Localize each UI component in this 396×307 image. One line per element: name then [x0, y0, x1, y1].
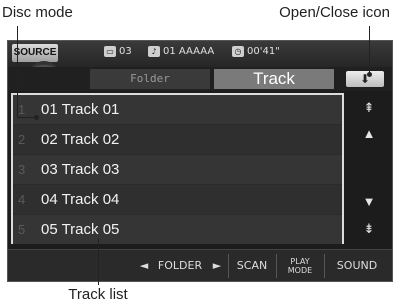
- scan-button[interactable]: SCAN: [232, 250, 272, 281]
- play-mode-line1: PLAY: [290, 257, 310, 266]
- folder-label: FOLDER: [157, 259, 203, 272]
- scroll-top-icon[interactable]: ⇞: [352, 95, 386, 121]
- play-mode-line2: MODE: [287, 266, 313, 275]
- track-list-leader-line: [98, 239, 99, 285]
- time-info: ◷ 00'41": [232, 46, 280, 57]
- clock-icon: ◷: [232, 46, 244, 57]
- elapsed-time: 00'41": [247, 46, 280, 57]
- track-row[interactable]: 4 04 Track 04: [13, 185, 342, 215]
- sound-button[interactable]: SOUND: [328, 250, 386, 281]
- track-index: 5: [18, 222, 26, 237]
- track-info: ♪ 01 AAAAA: [148, 46, 214, 57]
- track-index: 3: [18, 162, 26, 177]
- track-index: 4: [18, 192, 26, 207]
- track-row[interactable]: 5 05 Track 05: [13, 215, 342, 244]
- folder-prev-icon[interactable]: ◄: [134, 250, 154, 281]
- track-row[interactable]: 3 03 Track 03: [13, 155, 342, 185]
- tab-track[interactable]: Track: [214, 69, 334, 89]
- tab-row: Folder Track ⬇: [8, 67, 392, 91]
- scroll-up-icon[interactable]: ▲: [352, 121, 386, 147]
- divider: [324, 254, 325, 278]
- track-index: 2: [18, 132, 26, 147]
- callout-track-list: Track list: [68, 286, 128, 303]
- disc-mode-leader-dot: [34, 115, 39, 120]
- track-name: 05 Track 05: [41, 221, 120, 238]
- divider: [276, 254, 277, 278]
- bottom-bar: ◄ FOLDER ► SCAN PLAY MODE SOUND: [8, 249, 392, 281]
- folder-icon: ▭: [104, 46, 116, 57]
- audio-screen: SOURCE ▭ 03 ♪ 01 AAAAA ◷ 00'41" Folder T…: [7, 40, 393, 282]
- track-row[interactable]: 1 01 Track 01: [13, 95, 342, 125]
- folder-info: ▭ 03: [104, 46, 132, 57]
- tab-folder[interactable]: Folder: [90, 69, 210, 89]
- divider: [228, 254, 229, 278]
- track-name: 03 Track 03: [41, 161, 120, 178]
- disc-mode-leader-line: [17, 26, 18, 118]
- track-list: 1 01 Track 01 2 02 Track 02 3 03 Track 0…: [11, 93, 344, 244]
- callout-disc-mode: Disc mode: [2, 4, 73, 21]
- scroll-down-icon[interactable]: ▼: [352, 189, 386, 215]
- scroll-bottom-icon[interactable]: ⇟: [352, 216, 386, 242]
- track-row[interactable]: 2 02 Track 02: [13, 125, 342, 155]
- track-index: 1: [18, 102, 26, 117]
- folder-number: 03: [119, 46, 132, 57]
- folder-next-icon[interactable]: ►: [206, 250, 228, 281]
- music-note-icon: ♪: [148, 46, 160, 57]
- track-name: 02 Track 02: [41, 131, 120, 148]
- status-bar: SOURCE ▭ 03 ♪ 01 AAAAA ◷ 00'41": [8, 41, 392, 67]
- open-close-leader-dot: [367, 72, 372, 77]
- track-name: 01 Track 01: [41, 101, 120, 118]
- scroll-controls: ⇞ ▲ ▼ ⇟: [352, 95, 386, 242]
- callout-open-close-icon: Open/Close icon: [279, 4, 390, 21]
- source-button[interactable]: SOURCE: [12, 44, 58, 62]
- open-close-icon[interactable]: ⬇: [346, 71, 384, 87]
- track-name: 04 Track 04: [41, 191, 120, 208]
- track-title: 01 AAAAA: [163, 46, 215, 57]
- play-mode-button[interactable]: PLAY MODE: [280, 250, 320, 281]
- open-close-leader-line: [369, 26, 370, 74]
